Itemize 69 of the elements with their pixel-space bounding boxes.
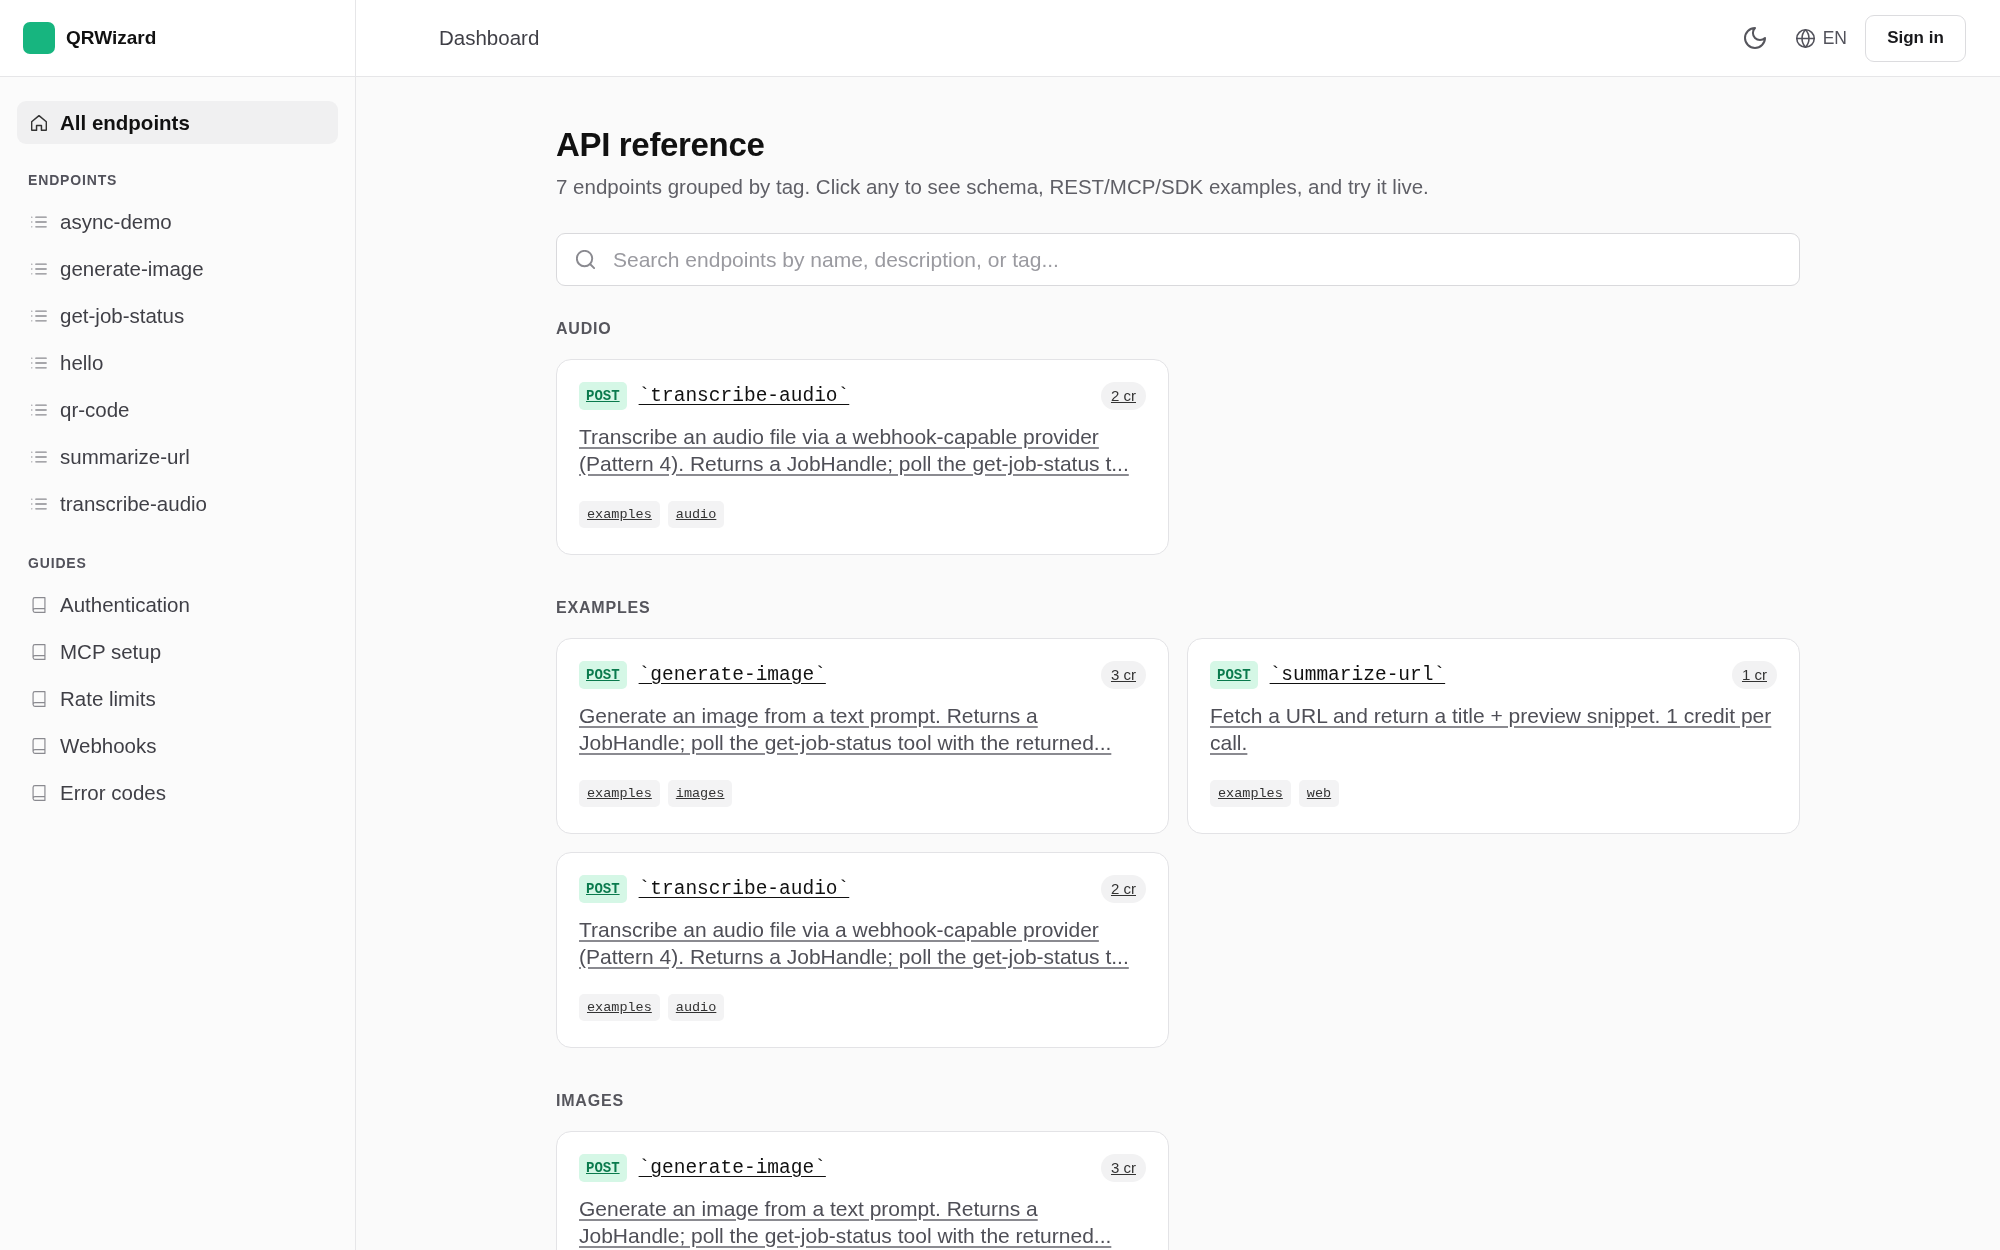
endpoint-description: Generate an image from a text prompt. Returns a JobHandle; poll the get-job-status tool with the returned... — [579, 1196, 1113, 1249]
tag: audio — [667, 501, 725, 528]
sidebar-item[interactable]: Webhooks — [17, 722, 338, 769]
endpoint-description: Transcribe an audio file via a webhook-capable provider (Pattern 4). Returns a JobHandle; poll the get-job-status t... — [579, 917, 1130, 970]
sidebar-item[interactable]: All endpoints — [17, 101, 338, 144]
sidebar-item[interactable]: Rate limits — [17, 675, 338, 722]
endpoint-name: `transcribe-audio` — [638, 878, 850, 900]
endpoint-card[interactable]: POST `transcribe-audio` 2 cr Transcribe an audio file via a webhook-capable provider (Pattern 4). Returns a JobHandle; poll the get-job-status t... examples audio — [556, 852, 1169, 1048]
sidebar-item[interactable]: transcribe-audio — [17, 480, 338, 527]
group-heading: EXAMPLES — [556, 599, 652, 617]
tag: examples — [579, 780, 660, 807]
book-icon — [31, 784, 47, 801]
sidebar-item[interactable]: Error codes — [17, 769, 338, 816]
section-heading: ENDPOINTS — [27, 171, 119, 190]
method-badge: POST — [579, 875, 627, 903]
credit-badge: 2 cr — [1101, 382, 1146, 410]
moon-icon — [1743, 27, 1766, 49]
book-icon — [31, 737, 47, 754]
logo-icon — [23, 22, 55, 54]
tag: web — [1298, 780, 1340, 807]
home-icon — [31, 114, 47, 131]
method-badge: POST — [579, 1154, 627, 1182]
tag: examples — [1210, 780, 1291, 807]
sign-in-button[interactable]: Sign in — [1865, 14, 1966, 62]
endpoint-card[interactable]: POST `summarize-url` 1 cr Fetch a URL and return a title + preview snippet. 1 credit per call. examples web — [1187, 638, 1800, 834]
endpoint-card[interactable]: POST `generate-image` 3 cr Generate an image from a text prompt. Returns a JobHandle; poll the get-job-status tool with the returned... — [556, 1131, 1169, 1250]
credit-badge: 2 cr — [1101, 875, 1146, 903]
book-icon — [31, 596, 47, 613]
endpoint-description: Fetch a URL and return a title + preview snippet. 1 credit per call. — [1210, 703, 1773, 756]
theme-toggle-button[interactable] — [1743, 27, 1766, 49]
dashboard-link[interactable]: Dashboard — [439, 26, 540, 50]
page-subtitle: 7 endpoints grouped by tag. Click any to see schema, REST/MCP/SDK examples, and try it live. — [556, 174, 1430, 200]
sidebar-item[interactable]: summarize-url — [17, 433, 338, 480]
group-heading: AUDIO — [556, 320, 613, 338]
sidebar-item[interactable]: Authentication — [17, 581, 338, 628]
group-heading: IMAGES — [556, 1092, 625, 1110]
endpoint-name: `generate-image` — [638, 1157, 826, 1179]
endpoint-name: `summarize-url` — [1269, 664, 1446, 686]
sidebar-item[interactable]: hello — [17, 339, 338, 386]
sidebar-item[interactable]: MCP setup — [17, 628, 338, 675]
credit-badge: 3 cr — [1101, 1154, 1146, 1182]
search-field[interactable]: Search endpoints by name, description, or tag... — [556, 233, 1800, 286]
endpoint-card[interactable]: POST `transcribe-audio` 2 cr Transcribe an audio file via a webhook-capable provider (Pattern 4). Returns a JobHandle; poll the get-job-status t... examples audio — [556, 359, 1169, 555]
sidebar-item[interactable]: generate-image — [17, 245, 338, 292]
tag: examples — [579, 501, 660, 528]
section-heading: GUIDES — [27, 554, 88, 573]
globe-icon — [1795, 28, 1815, 48]
page-title: API reference — [556, 125, 766, 165]
endpoint-name: `transcribe-audio` — [638, 385, 850, 407]
endpoint-card[interactable]: POST `generate-image` 3 cr Generate an image from a text prompt. Returns a JobHandle; poll the get-job-status tool with the returned... examples images — [556, 638, 1169, 834]
sidebar-item[interactable]: get-job-status — [17, 292, 338, 339]
credit-badge: 1 cr — [1732, 661, 1777, 689]
sidebar-item[interactable]: qr-code — [17, 386, 338, 433]
method-badge: POST — [579, 661, 627, 689]
method-badge: POST — [579, 382, 627, 410]
brand-name: QRWizard — [66, 27, 157, 49]
search-icon — [576, 250, 595, 269]
tag: examples — [579, 994, 660, 1021]
language-button[interactable]: EN — [1795, 27, 1847, 49]
endpoint-description: Generate an image from a text prompt. Returns a JobHandle; poll the get-job-status tool with the returned... — [579, 703, 1113, 756]
endpoint-description: Transcribe an audio file via a webhook-capable provider (Pattern 4). Returns a JobHandle; poll the get-job-status t... — [579, 424, 1130, 477]
endpoint-name: `generate-image` — [638, 664, 826, 686]
book-icon — [31, 643, 47, 660]
sidebar-item[interactable]: async-demo — [17, 198, 338, 245]
credit-badge: 3 cr — [1101, 661, 1146, 689]
tag: images — [667, 780, 733, 807]
method-badge: POST — [1210, 661, 1258, 689]
book-icon — [31, 690, 47, 707]
tag: audio — [667, 994, 725, 1021]
